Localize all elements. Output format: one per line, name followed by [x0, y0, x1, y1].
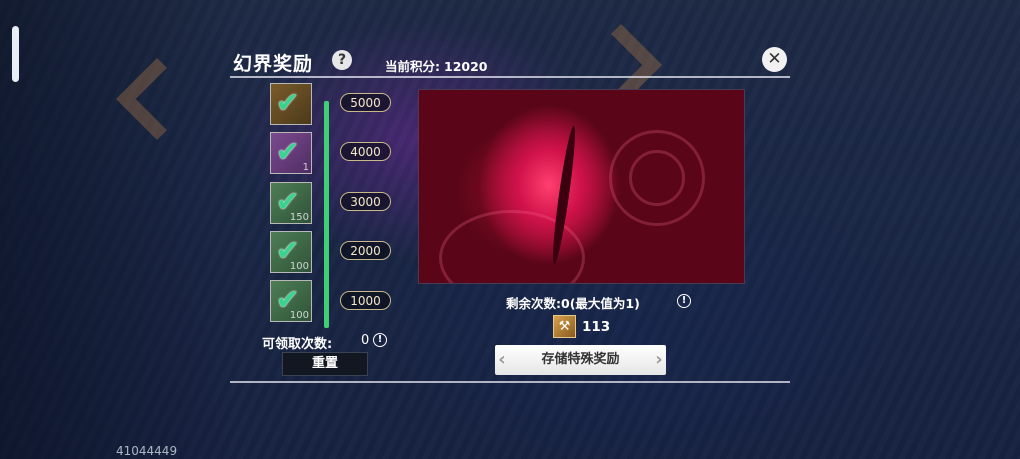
check-icon: ✔	[276, 86, 300, 119]
progress-fill	[324, 101, 329, 328]
background-shade	[0, 0, 240, 459]
tier-points: 2000	[340, 241, 391, 260]
claim-count-label: 可领取次数:	[262, 337, 333, 352]
special-reward-image	[418, 89, 745, 284]
chevron-right-icon: ›	[655, 349, 663, 370]
tier-quantity: 100	[289, 310, 309, 321]
scroll-handle[interactable]	[12, 26, 19, 82]
divider-top	[230, 76, 790, 78]
divider-bottom	[230, 381, 790, 383]
currency-icon: ⚒	[553, 315, 576, 338]
claim-count-value: 0	[361, 333, 370, 348]
close-icon[interactable]: ✕	[762, 47, 787, 72]
tier-points: 1000	[340, 291, 391, 310]
reward-tier-4000[interactable]: ✔ 1	[270, 132, 312, 174]
score-label: 当前积分:	[385, 59, 440, 74]
reward-tier-1000[interactable]: ✔ 100	[270, 280, 312, 322]
info-icon[interactable]: !	[677, 294, 691, 308]
reward-tier-2000[interactable]: ✔ 100	[270, 231, 312, 273]
info-icon[interactable]: !	[373, 333, 387, 347]
tier-quantity: 1	[302, 162, 309, 173]
reward-tier-3000[interactable]: ✔ 150	[270, 182, 312, 224]
progress-track	[324, 101, 329, 328]
score-value: 12020	[444, 59, 488, 74]
reward-tier-5000[interactable]: ✔	[270, 83, 312, 125]
remaining-count: 剩余次数:0(最大值为1)	[506, 296, 640, 311]
tier-points: 3000	[340, 192, 391, 211]
current-score: 当前积分: 12020	[381, 56, 488, 75]
page-title: 幻界奖励	[233, 53, 314, 75]
art-swirl	[629, 150, 685, 206]
check-icon: ✔	[276, 135, 300, 168]
store-button-label: 存储特殊奖励	[541, 352, 620, 367]
tier-points: 4000	[340, 142, 391, 161]
currency-value: 113	[582, 319, 611, 335]
reset-button[interactable]: 重置	[282, 352, 368, 376]
player-id: 41044449	[116, 444, 178, 458]
store-special-reward-button[interactable]: ‹ 存储特殊奖励 ›	[495, 345, 666, 375]
help-icon[interactable]: ?	[332, 50, 352, 70]
chevron-left-icon: ‹	[498, 349, 506, 370]
tier-quantity: 150	[289, 212, 309, 223]
tier-points: 5000	[340, 93, 391, 112]
tier-quantity: 100	[289, 261, 309, 272]
